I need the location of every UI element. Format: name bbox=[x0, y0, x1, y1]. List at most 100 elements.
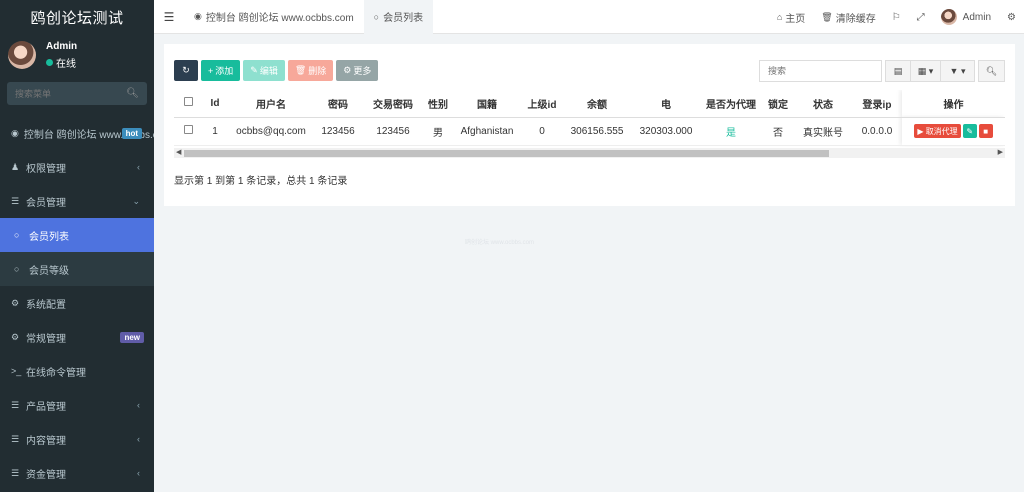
delete-button[interactable]: 🗑︎ 删除 bbox=[287, 60, 334, 81]
cancel-agent-button[interactable]: ▶ 取消代理 bbox=[914, 124, 961, 138]
terminal-icon: >_ bbox=[11, 366, 22, 376]
export-icon[interactable]: ▼ ▾ bbox=[940, 60, 975, 82]
edit-button[interactable]: ✎ 编辑 bbox=[243, 60, 285, 81]
user-status: 在线 bbox=[46, 55, 77, 70]
chevron-left-icon: ‹ bbox=[137, 434, 140, 444]
tab-member-list[interactable]: ○ 会员列表 bbox=[363, 0, 434, 34]
add-button[interactable]: + 添加 bbox=[201, 60, 241, 81]
top-navbar: ☰ ◉ 控制台 鸥创论坛 www.ocbbs.com ○ 会员列表 ⌂ 主页 🗑… bbox=[154, 0, 1024, 34]
more-button[interactable]: ⚙ 更多 bbox=[336, 60, 379, 81]
cell-balance: 306156.555 bbox=[562, 117, 632, 146]
sidebar-item-product[interactable]: ☰ 产品管理 ‹ bbox=[0, 388, 154, 422]
sidebar-item-label: 资金管理 bbox=[26, 469, 66, 481]
clear-cache-button[interactable]: 🗑︎ 清除缓存 bbox=[813, 10, 883, 25]
scroll-right-icon[interactable]: ▶ bbox=[998, 148, 1003, 158]
user-name: Admin bbox=[46, 40, 78, 52]
cell-electric: 320303.000 bbox=[632, 117, 700, 146]
row-delete-button[interactable]: ■ bbox=[978, 124, 993, 138]
refresh-button[interactable]: ↻ bbox=[174, 60, 198, 81]
top-right-actions: ⌂ 主页 🗑︎ 清除缓存 ⚐ ⤢ Admin ⚙ bbox=[769, 0, 1024, 34]
cancel-agent-label: 取消代理 bbox=[925, 126, 958, 136]
select-all-checkbox[interactable] bbox=[183, 97, 193, 107]
col-header[interactable]: 用户名 bbox=[228, 90, 314, 118]
horizontal-scrollbar[interactable]: ◀ ▶ bbox=[174, 148, 1005, 158]
sidebar-item-command[interactable]: >_ 在线命令管理 bbox=[0, 354, 154, 388]
dashboard-icon: ◉ bbox=[11, 127, 19, 138]
sidebar-item-member-level[interactable]: ○ 会员等级 bbox=[0, 252, 154, 286]
table-row[interactable]: 1 ocbbs@qq.com 123456 123456 男 Afghanist… bbox=[174, 117, 1005, 146]
list-icon: ☰ bbox=[11, 467, 20, 478]
delete-label: 删除 bbox=[308, 66, 327, 76]
col-header[interactable]: 是否为代理 bbox=[700, 90, 762, 118]
online-dot-icon bbox=[46, 58, 53, 66]
toggle-view-icon[interactable]: ▤ bbox=[885, 60, 911, 82]
sidebar-item-member[interactable]: ☰ 会员管理 ⌄ bbox=[0, 184, 154, 218]
language-icon[interactable]: ⚐ bbox=[884, 12, 909, 23]
col-header[interactable]: 电 bbox=[632, 90, 700, 118]
sidebar-search: 🔍︎ bbox=[7, 82, 147, 105]
sidebar-item-finance[interactable]: ☰ 资金管理 ‹ bbox=[0, 456, 154, 490]
sidebar-item-dashboard[interactable]: ◉ 控制台 鸥创论坛 www.ocbbs.com hot bbox=[0, 116, 154, 150]
search-icon[interactable]: 🔍︎ bbox=[126, 88, 139, 99]
cell-nationality: Afghanistan bbox=[452, 117, 522, 146]
row-edit-button[interactable]: ✎ bbox=[962, 124, 977, 138]
sidebar-item-system[interactable]: ⚙ 系统配置 bbox=[0, 286, 154, 320]
col-header[interactable]: 性别 bbox=[424, 90, 452, 118]
col-header[interactable]: 状态 bbox=[794, 90, 852, 118]
cell-is-agent[interactable]: 是 bbox=[700, 117, 762, 146]
col-header[interactable]: 交易密码 bbox=[362, 90, 424, 118]
col-header[interactable]: 密码 bbox=[314, 90, 362, 118]
col-header[interactable]: 国籍 bbox=[452, 90, 522, 118]
fullscreen-icon[interactable]: ⤢ bbox=[909, 12, 933, 23]
sidebar-item-general[interactable]: ⚙ 常规管理 new bbox=[0, 320, 154, 354]
chevron-down-icon: ⌄ bbox=[132, 195, 140, 206]
cell-login-ip: 0.0.0.0 bbox=[852, 117, 902, 146]
sidebar-item-member-list[interactable]: ○ 会员列表 bbox=[0, 218, 154, 252]
sidebar-item-label: 产品管理 bbox=[26, 401, 66, 413]
sidebar-item-label: 系统配置 bbox=[26, 299, 66, 311]
table-search-input[interactable] bbox=[759, 60, 882, 82]
sidebar-search-input[interactable] bbox=[15, 88, 115, 99]
row-checkbox[interactable] bbox=[183, 125, 193, 134]
circle-icon: ○ bbox=[14, 264, 20, 274]
scroll-left-icon[interactable]: ◀ bbox=[176, 148, 181, 158]
sidebar-item-label: 内容管理 bbox=[26, 435, 66, 447]
sidebar-item-auth[interactable]: ♟ 权限管理 ‹ bbox=[0, 150, 154, 184]
user-panel: Admin 在线 bbox=[0, 34, 154, 76]
admin-menu[interactable]: Admin bbox=[933, 9, 999, 25]
home-link[interactable]: ⌂ 主页 bbox=[769, 10, 813, 25]
watermark: 鸥创论坛 www.ocbbs.com bbox=[465, 240, 535, 246]
chevron-left-icon: ‹ bbox=[137, 400, 140, 410]
brand-title[interactable]: 鸥创论坛测试 bbox=[0, 0, 154, 34]
cogs-icon: ⚙ bbox=[11, 331, 20, 342]
chevron-left-icon: ‹ bbox=[137, 162, 140, 172]
play-icon: ▶ bbox=[917, 126, 926, 136]
pagination-info: 显示第 1 到第 1 条记录，总共 1 条记录 bbox=[174, 176, 348, 187]
plus-icon: + bbox=[208, 65, 214, 76]
scrollbar-thumb[interactable] bbox=[184, 150, 829, 157]
col-header[interactable]: 余额 bbox=[562, 90, 632, 118]
cell-parent-id: 0 bbox=[522, 117, 562, 146]
list-icon: ☰ bbox=[11, 195, 20, 206]
columns-grid-icon[interactable]: ▦ ▾ bbox=[910, 60, 941, 82]
col-header-ops: 操作 bbox=[902, 90, 1005, 118]
settings-gear-icon[interactable]: ⚙ bbox=[999, 12, 1024, 23]
sidebar-item-content[interactable]: ☰ 内容管理 ‹ bbox=[0, 422, 154, 456]
col-header[interactable]: 上级id bbox=[522, 90, 562, 118]
cell-gender: 男 bbox=[424, 117, 452, 146]
content-panel: ↻ +添加 ✎编辑 🗑︎删除 ⚙更多 ▤ ▦ ▾ ▼ ▾ 🔍︎ Id 用户名 密… bbox=[164, 44, 1015, 206]
trash-icon: ■ bbox=[983, 126, 989, 136]
search-toggle-icon[interactable]: 🔍︎ bbox=[978, 60, 1005, 82]
col-header[interactable]: 锁定 bbox=[762, 90, 794, 118]
sidebar-item-label: 会员列表 bbox=[29, 231, 69, 243]
sidebar-item-label: 会员等级 bbox=[29, 265, 69, 277]
sidebar-item-label: 常规管理 bbox=[26, 333, 66, 345]
chevron-left-icon: ‹ bbox=[137, 468, 140, 478]
tab-dashboard[interactable]: ◉ 控制台 鸥创论坛 www.ocbbs.com bbox=[184, 0, 364, 34]
member-submenu: ○ 会员列表 ○ 会员等级 bbox=[0, 218, 154, 286]
col-header[interactable]: Id bbox=[202, 90, 228, 118]
cell-operations: ▶ 取消代理 ✎ ■ bbox=[902, 117, 1005, 146]
menu-toggle-icon[interactable]: ☰ bbox=[154, 10, 184, 24]
sidebar-item-label: 权限管理 bbox=[26, 163, 66, 175]
col-header[interactable]: 登录ip bbox=[852, 90, 902, 118]
